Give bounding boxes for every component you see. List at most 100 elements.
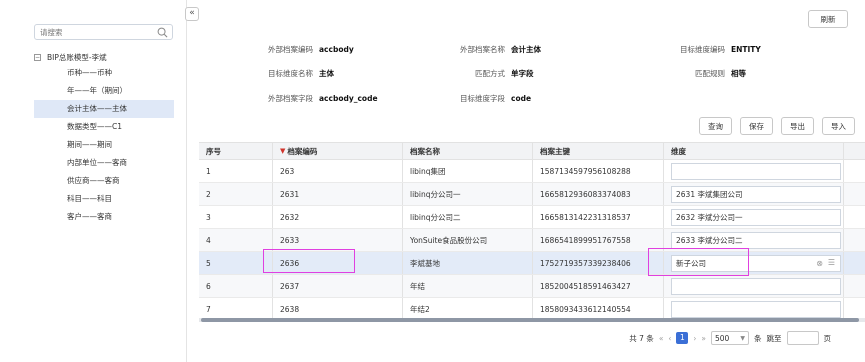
cell-dim[interactable] — [664, 160, 844, 182]
info-label: 外部档案编码 — [268, 45, 313, 54]
tree-item-datatype[interactable]: 数据类型——C1 — [34, 118, 174, 136]
info-ext-code: 外部档案编码 accbody — [219, 44, 354, 58]
current-page[interactable]: 1 — [676, 332, 689, 344]
header-name: 档案名称 — [403, 143, 533, 159]
tree-item-customer[interactable]: 客户——客商 — [34, 208, 174, 226]
annotation-box-code — [263, 249, 355, 273]
cell-dim[interactable]: 2631 李斌集团公司 — [664, 183, 844, 205]
table-row[interactable]: 6 2637 年结 1852004518591463427 — [199, 275, 865, 298]
info-value: 相等 — [731, 69, 746, 78]
dim-input[interactable]: 2632 李斌分公司一 — [671, 208, 841, 226]
cell-dim[interactable]: 2632 李斌分公司一 — [664, 206, 844, 228]
cell-key: 1665812936083374083 — [533, 183, 664, 205]
page-suffix: 页 — [823, 333, 832, 343]
page-size-value: 500 — [715, 333, 730, 343]
list-icon[interactable]: ☰ — [828, 258, 835, 267]
tree-item-currency[interactable]: 币种——币种 — [34, 64, 174, 82]
info-value: 单字段 — [511, 69, 534, 78]
tree-item-year[interactable]: 年——年（期间） — [34, 82, 174, 100]
cell-code: 2631 — [273, 183, 403, 205]
main-panel: 刷新 外部档案编码 accbody 外部档案名称 会计主体 目标维度编码 ENTITY… — [199, 0, 865, 362]
dim-input[interactable] — [671, 300, 841, 318]
cell-name: 年结 — [403, 275, 533, 297]
save-button[interactable]: 保存 — [740, 117, 773, 135]
cell-seq: 7 — [199, 298, 273, 320]
info-target-code: 目标维度编码 ENTITY — [639, 44, 761, 58]
pagination: 共 7 条 « ‹ 1 › » 500 ▼ 条 跳至 页 — [629, 331, 831, 345]
jump-page-input[interactable] — [786, 331, 819, 345]
jump-label: 跳至 — [766, 333, 782, 343]
cell-seq: 6 — [199, 275, 273, 297]
search-icon[interactable] — [157, 27, 168, 38]
tree-root-label: BIP总账模型-李斌 — [47, 52, 107, 62]
last-page-icon[interactable]: » — [701, 334, 706, 343]
tree-item-entity[interactable]: 会计主体——主体 — [34, 100, 174, 118]
next-page-icon[interactable]: › — [693, 334, 696, 343]
chevron-down-icon: ▼ — [740, 334, 745, 342]
dim-input[interactable] — [671, 277, 841, 295]
clear-icon[interactable]: ⊗ — [816, 259, 823, 268]
cell-dim[interactable] — [664, 298, 844, 320]
info-label: 目标维度编码 — [680, 45, 725, 54]
table-row[interactable]: 1 263 libinq集团 1587134597956108288 — [199, 160, 865, 183]
cell-name: libinq集团 — [403, 160, 533, 182]
tree-item-internal-unit[interactable]: 内部单位——客商 — [34, 154, 174, 172]
info-label: 匹配方式 — [475, 69, 505, 78]
cell-key: 1858093433612140554 — [533, 298, 664, 320]
info-label: 目标维度字段 — [460, 94, 505, 103]
import-button[interactable]: 导入 — [822, 117, 855, 135]
header-dim: 维度 — [664, 143, 844, 159]
info-label: 外部档案字段 — [268, 94, 313, 103]
info-value: 会计主体 — [511, 45, 541, 54]
prev-page-icon[interactable]: ‹ — [668, 334, 671, 343]
info-ext-name: 外部档案名称 会计主体 — [439, 44, 541, 58]
info-value: ENTITY — [731, 45, 761, 54]
tree-search — [34, 24, 173, 40]
scrollbar-thumb[interactable] — [201, 318, 859, 322]
info-target-name: 目标维度名称 主体 — [219, 68, 334, 82]
info-value: accbody_code — [319, 94, 378, 103]
info-ext-field: 外部档案字段 accbody_code — [219, 93, 378, 107]
first-page-icon[interactable]: « — [659, 334, 664, 343]
cell-name: 李斌基地 — [403, 252, 533, 274]
action-buttons: 查询 保存 导出 导入 — [699, 117, 855, 135]
dim-input[interactable]: 2633 李斌分公司二 — [671, 231, 841, 249]
header-seq: 序号 — [199, 143, 273, 159]
info-value: accbody — [319, 45, 354, 54]
info-target-field: 目标维度字段 code — [439, 93, 531, 107]
dim-input[interactable]: 2631 李斌集团公司 — [671, 185, 841, 203]
collapse-panel-button[interactable]: « — [185, 7, 199, 21]
tree-search-input[interactable] — [35, 25, 147, 39]
dimension-tree: − BIP总账模型-李斌 币种——币种 年——年（期间） 会计主体——主体 数据… — [34, 50, 179, 226]
annotation-box-dim — [648, 248, 749, 276]
page-size-unit: 条 — [754, 333, 762, 343]
table-header: 序号 ▼ 档案编码 档案名称 档案主键 维度 — [199, 142, 865, 160]
refresh-button[interactable]: 刷新 — [808, 10, 848, 28]
cell-code: 2637 — [273, 275, 403, 297]
header-code-label: 档案编码 — [287, 146, 318, 156]
cell-seq: 4 — [199, 229, 273, 251]
tree-root[interactable]: − BIP总账模型-李斌 — [34, 50, 179, 64]
cell-key: 1752719357339238406 — [533, 252, 664, 274]
info-label: 匹配规则 — [695, 69, 725, 78]
tree-item-supplier[interactable]: 供应商——客商 — [34, 172, 174, 190]
page-size-select[interactable]: 500 ▼ — [711, 331, 749, 345]
tree-item-account[interactable]: 科目——科目 — [34, 190, 174, 208]
cell-key: 1852004518591463427 — [533, 275, 664, 297]
table-row[interactable]: 2 2631 libinq分公司一 1665812936083374083 26… — [199, 183, 865, 206]
horizontal-scrollbar[interactable] — [199, 318, 865, 322]
cell-seq: 3 — [199, 206, 273, 228]
tree-item-period[interactable]: 期间——期间 — [34, 136, 174, 154]
cell-key: 1665813142231318537 — [533, 206, 664, 228]
filter-icon[interactable]: ▼ — [280, 147, 285, 155]
export-button[interactable]: 导出 — [781, 117, 814, 135]
cell-name: libinq分公司二 — [403, 206, 533, 228]
collapse-toggle-icon[interactable]: − — [34, 53, 41, 61]
dim-input[interactable] — [671, 162, 841, 180]
header-code[interactable]: ▼ 档案编码 — [273, 143, 403, 159]
table-row[interactable]: 3 2632 libinq分公司二 1665813142231318537 26… — [199, 206, 865, 229]
cell-dim[interactable] — [664, 275, 844, 297]
query-button[interactable]: 查询 — [699, 117, 732, 135]
info-value: 主体 — [319, 69, 334, 78]
cell-code: 2633 — [273, 229, 403, 251]
